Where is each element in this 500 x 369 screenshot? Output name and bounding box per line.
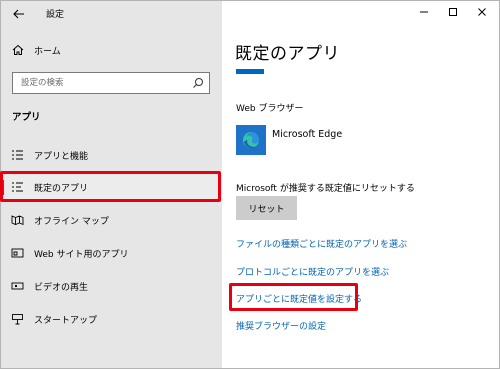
nav-home-label: ホーム xyxy=(34,47,61,57)
sidebar-item-label: Web サイト用のアプリ xyxy=(34,250,129,260)
maximize-button[interactable] xyxy=(438,1,468,23)
page-title: 既定のアプリ xyxy=(235,44,340,64)
link-choose-by-file-type[interactable]: ファイルの種類ごとに既定のアプリを選ぶ xyxy=(236,237,407,250)
minimize-icon xyxy=(420,11,428,13)
title-accent-bar xyxy=(236,69,264,74)
search-box xyxy=(12,72,210,94)
link-recommended-browser-settings[interactable]: 推奨ブラウザーの設定 xyxy=(236,319,326,332)
search-input[interactable] xyxy=(13,73,188,93)
link-set-defaults-by-app[interactable]: アプリごとに既定値を設定する xyxy=(236,292,362,305)
default-browser-button[interactable]: Microsoft Edge xyxy=(236,125,416,155)
video-icon xyxy=(11,282,24,290)
reset-description: Microsoft が推奨する既定値にリセットする xyxy=(236,184,415,194)
web-browser-label: Web ブラウザー xyxy=(236,104,304,114)
default-apps-icon xyxy=(12,182,23,192)
web-app-icon xyxy=(11,248,24,258)
selection-indicator xyxy=(1,180,4,195)
back-button[interactable] xyxy=(9,4,29,24)
startup-icon xyxy=(12,314,23,325)
sidebar-item-web-apps[interactable]: Web サイト用のアプリ xyxy=(1,238,222,268)
search-icon[interactable] xyxy=(192,77,204,89)
title-bar-left: 設定 xyxy=(1,1,222,27)
link-choose-by-protocol[interactable]: プロトコルごとに既定のアプリを選ぶ xyxy=(236,265,389,278)
main-panel: 既定のアプリ Web ブラウザー Microsoft Edge Microsof… xyxy=(222,1,499,368)
sidebar-item-label: スタートアップ xyxy=(34,316,98,326)
sidebar-item-label: 既定のアプリ xyxy=(34,184,89,194)
sidebar-item-label: オフライン マップ xyxy=(34,217,109,227)
edge-logo-icon xyxy=(236,125,266,155)
sidebar-item-label: ビデオの再生 xyxy=(34,283,89,293)
home-icon xyxy=(12,44,24,55)
sidebar-item-default-apps[interactable]: 既定のアプリ xyxy=(1,172,222,202)
section-heading-apps: アプリ xyxy=(12,112,41,123)
sidebar-item-apps-features[interactable]: アプリと機能 xyxy=(1,140,222,170)
close-button[interactable] xyxy=(467,1,497,23)
nav-home[interactable]: ホーム xyxy=(1,39,222,61)
sidebar-item-startup[interactable]: スタートアップ xyxy=(1,304,222,334)
arrow-left-icon xyxy=(13,9,24,19)
app-title: 設定 xyxy=(46,10,65,20)
maximize-icon xyxy=(449,8,457,16)
sidebar: 設定 ホーム アプリ アプリと機能 既定のアプリ オフライン マップ xyxy=(1,1,222,368)
browser-name: Microsoft Edge xyxy=(272,129,343,140)
sidebar-item-label: アプリと機能 xyxy=(34,152,89,162)
apps-list-icon xyxy=(12,150,23,160)
minimize-button[interactable] xyxy=(409,1,439,23)
close-icon xyxy=(478,8,486,16)
sidebar-item-offline-maps[interactable]: オフライン マップ xyxy=(1,205,222,235)
offline-map-icon xyxy=(11,215,24,226)
sidebar-item-video-playback[interactable]: ビデオの再生 xyxy=(1,271,222,301)
reset-button[interactable]: リセット xyxy=(236,196,297,220)
